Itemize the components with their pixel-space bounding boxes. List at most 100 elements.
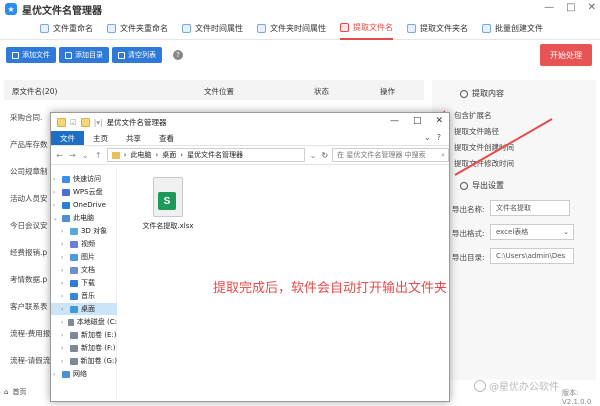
breadcrumb-this-pc[interactable]: 此电脑 bbox=[130, 150, 151, 160]
location-icon bbox=[70, 344, 78, 352]
tab-folder-time[interactable]: 文件夹时间属性 bbox=[257, 18, 326, 40]
maximize-icon[interactable]: □ bbox=[413, 116, 422, 126]
option-extract-path[interactable]: 提取文件路径 bbox=[454, 126, 499, 137]
option-include-extension[interactable]: 包含扩展名 bbox=[454, 110, 492, 121]
tab-file-time[interactable]: 文件时间属性 bbox=[182, 18, 243, 40]
nav-item[interactable]: › 图片 bbox=[51, 251, 117, 263]
chevron-right-icon[interactable]: › bbox=[61, 280, 67, 287]
chevron-down-icon[interactable]: ⌄ bbox=[424, 133, 431, 142]
chevron-right-icon[interactable]: › bbox=[61, 228, 67, 235]
nav-item[interactable]: › 新加卷 (E:) bbox=[51, 329, 117, 341]
add-folder-icon bbox=[65, 51, 72, 59]
nav-item-label: 新加卷 (E:) bbox=[81, 331, 117, 339]
forward-arrow-icon[interactable]: → bbox=[68, 151, 77, 160]
watermark-logo-icon bbox=[474, 379, 486, 392]
nav-item-label: 新加卷 (G:) bbox=[80, 357, 117, 365]
up-arrow-icon[interactable]: ↑ bbox=[94, 151, 103, 160]
location-icon bbox=[62, 175, 70, 183]
location-icon bbox=[70, 331, 78, 339]
breadcrumb-desktop[interactable]: 桌面 bbox=[162, 150, 176, 160]
ribbon-tab-view[interactable]: 查看 bbox=[150, 131, 183, 145]
export-dir-input[interactable]: C:\Users\admin\Des bbox=[490, 248, 574, 264]
address-bar[interactable]: › 此电脑 › 桌面 › 星优文件名管理器 bbox=[106, 148, 305, 162]
ribbon-tab-file[interactable]: 文件 bbox=[51, 131, 84, 145]
option-extract-modified[interactable]: 提取文件修改时间 bbox=[454, 158, 514, 169]
refresh-icon[interactable]: ↻ bbox=[321, 151, 328, 160]
recent-chevron-icon[interactable]: ⌄ bbox=[81, 151, 90, 160]
chevron-right-icon[interactable]: › bbox=[61, 267, 67, 274]
nav-item[interactable]: › 视频 bbox=[51, 238, 117, 250]
chevron-right-icon[interactable]: › bbox=[53, 202, 59, 209]
close-icon[interactable]: ✕ bbox=[588, 2, 596, 13]
location-icon bbox=[70, 266, 78, 274]
help-icon[interactable]: ? bbox=[437, 133, 441, 142]
tab-batch-create[interactable]: 批量创建文件 bbox=[482, 18, 543, 40]
quick-access-check-icon[interactable]: ☑ bbox=[70, 118, 77, 127]
ribbon-tab-home[interactable]: 主页 bbox=[84, 131, 117, 145]
folder-icon bbox=[111, 151, 120, 159]
nav-item[interactable]: › 音乐 bbox=[51, 290, 117, 302]
nav-item[interactable]: › 文档 bbox=[51, 264, 117, 276]
nav-item[interactable]: › 3D 对象 bbox=[51, 225, 117, 237]
breadcrumb-folder[interactable]: 星优文件名管理器 bbox=[187, 150, 243, 160]
home-icon[interactable]: ⌂ bbox=[4, 388, 8, 396]
chevron-right-icon[interactable]: › bbox=[61, 241, 67, 248]
chevron-right-icon[interactable]: › bbox=[61, 293, 67, 300]
tab-extract-filename[interactable]: 提取文件名 bbox=[340, 18, 393, 40]
help-icon[interactable]: ? bbox=[173, 50, 183, 60]
chevron-right-icon[interactable]: › bbox=[61, 332, 67, 339]
nav-item[interactable]: › 下载 bbox=[51, 277, 117, 289]
chevron-right-icon[interactable]: › bbox=[61, 254, 67, 261]
nav-item[interactable]: › 快速访问 bbox=[51, 173, 117, 185]
nav-item-label: OneDrive bbox=[73, 201, 106, 209]
tab-folder-rename[interactable]: 文件夹重命名 bbox=[107, 18, 168, 40]
minimize-icon[interactable]: — bbox=[544, 2, 554, 13]
ribbon-tab-share[interactable]: 共享 bbox=[117, 131, 150, 145]
search-input[interactable]: 在 星优文件名管理器 中搜索 ⌕ bbox=[332, 148, 449, 162]
nav-item[interactable]: › 桌面 bbox=[51, 303, 117, 315]
clear-list-button[interactable]: 清空列表 bbox=[112, 47, 162, 63]
chevron-right-icon[interactable]: › bbox=[61, 358, 67, 365]
nav-item-label: 快速访问 bbox=[73, 175, 101, 183]
start-button[interactable]: 开始处理 bbox=[540, 44, 592, 66]
chevron-right-icon[interactable]: › bbox=[61, 319, 65, 326]
nav-item-label: 此电脑 bbox=[73, 214, 94, 222]
nav-item[interactable]: › 本地磁盘 (C: bbox=[51, 316, 117, 328]
tab-extract-foldername[interactable]: 提取文件夹名 bbox=[407, 18, 468, 40]
close-icon[interactable]: ✕ bbox=[435, 116, 443, 126]
chevron-right-icon[interactable]: › bbox=[61, 345, 67, 352]
nav-item[interactable]: ⌄ 此电脑 bbox=[51, 212, 117, 224]
chevron-down-icon[interactable]: |▾| bbox=[94, 118, 103, 127]
add-folder-button[interactable]: 添加目录 bbox=[59, 47, 109, 63]
back-arrow-icon[interactable]: ← bbox=[55, 151, 64, 160]
clear-list-icon bbox=[118, 51, 125, 59]
chevron-right-icon[interactable]: › bbox=[53, 176, 59, 183]
export-format-select[interactable]: excel表格 ⌄ bbox=[490, 224, 574, 240]
nav-item[interactable]: › 新加卷 (G:) bbox=[51, 355, 117, 367]
chevron-right-icon[interactable]: › bbox=[53, 189, 59, 196]
nav-item[interactable]: › 新加卷 (F:) bbox=[51, 342, 117, 354]
add-file-button[interactable]: 添加文件 bbox=[6, 47, 56, 63]
nav-item-label: 视频 bbox=[81, 240, 95, 248]
minimize-icon[interactable]: — bbox=[390, 116, 399, 126]
export-name-input[interactable]: 文件名提取 bbox=[490, 200, 570, 216]
nav-item[interactable]: › OneDrive bbox=[51, 199, 117, 211]
nav-item-label: 文档 bbox=[81, 266, 95, 274]
chevron-down-icon[interactable]: ⌄ bbox=[53, 215, 59, 222]
address-dropdown-icon[interactable]: ⌄ bbox=[309, 151, 318, 160]
nav-item[interactable]: › 网络 bbox=[51, 368, 117, 380]
home-link[interactable]: 首页 bbox=[12, 387, 26, 397]
maximize-icon[interactable]: □ bbox=[566, 2, 575, 13]
chevron-right-icon[interactable]: › bbox=[53, 371, 59, 378]
export-dir-label: 导出目录: bbox=[452, 253, 485, 262]
tab-file-rename[interactable]: 文件重命名 bbox=[40, 18, 93, 40]
location-icon bbox=[68, 318, 74, 326]
explorer-window: ☑ |▾| 星优文件名管理器 — □ ✕ 文件 主页 共享 查看 ⌄ ? ← →… bbox=[50, 112, 450, 402]
section-dot-icon bbox=[460, 89, 468, 98]
new-folder-icon[interactable] bbox=[80, 117, 90, 127]
file-item-xlsx[interactable]: S 文件名提取.xlsx bbox=[135, 177, 201, 231]
nav-item[interactable]: › WPS云盘 bbox=[51, 186, 117, 198]
chevron-right-icon[interactable]: › bbox=[61, 306, 67, 313]
folder-icon bbox=[57, 117, 66, 127]
section-dot-icon bbox=[460, 181, 468, 190]
